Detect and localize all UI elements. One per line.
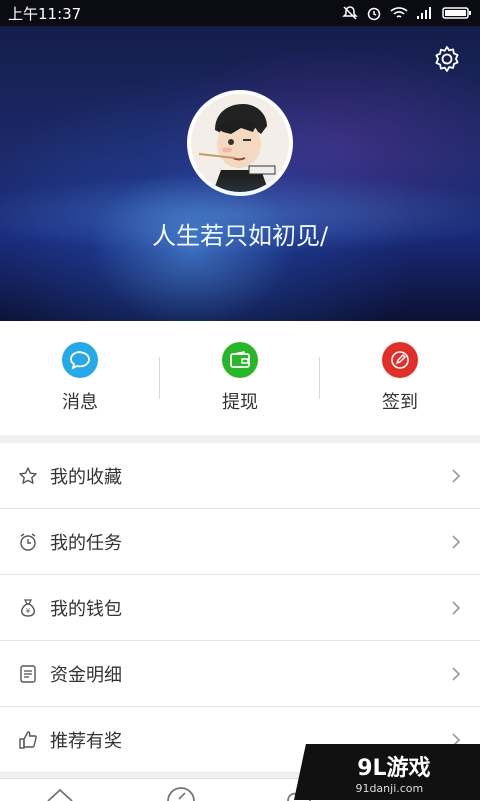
withdraw-label: 提现	[222, 392, 258, 413]
alarm-icon	[367, 7, 381, 21]
signal-icon	[417, 7, 431, 19]
chevron-right-icon	[452, 666, 461, 681]
wifi-icon	[390, 7, 408, 18]
menu-item-fund-details[interactable]: 资金明细	[0, 641, 480, 707]
status-bar: 上午11:37	[0, 0, 480, 26]
profile-header: 人生若只如初见/	[0, 26, 480, 321]
watermark-brand: 9L游戏	[357, 755, 431, 781]
menu-item-label: 资金明细	[50, 664, 122, 686]
chevron-right-icon	[452, 468, 461, 483]
withdraw-icon-circle	[222, 342, 258, 378]
cartoon-avatar-icon	[191, 94, 289, 192]
money-bag-icon: ¥	[18, 598, 38, 618]
home-icon[interactable]	[46, 787, 74, 801]
watermark-site: 91danji.com	[355, 781, 424, 795]
settings-button[interactable]	[432, 44, 462, 78]
menu-list: 我的收藏 我的任务 ¥ 我的钱包 资金明细 推荐有奖	[0, 443, 480, 773]
menu-item-wallet[interactable]: ¥ 我的钱包	[0, 575, 480, 641]
menu-item-label: 我的任务	[50, 532, 122, 554]
username: 人生若只如初见/	[151, 222, 329, 250]
gear-icon	[435, 46, 459, 72]
menu-item-favorites[interactable]: 我的收藏	[0, 443, 480, 509]
checkin-label: 签到	[382, 392, 418, 413]
messages-button[interactable]: 消息	[0, 321, 160, 435]
wallet-icon	[230, 351, 250, 368]
clock-icon	[18, 532, 38, 552]
withdraw-button[interactable]: 提现	[160, 321, 320, 435]
compass-icon[interactable]	[166, 787, 196, 801]
svg-text:¥: ¥	[26, 607, 31, 615]
document-list-icon	[18, 664, 38, 684]
menu-item-label: 我的钱包	[50, 598, 122, 620]
status-icons	[342, 5, 472, 21]
menu-item-tasks[interactable]: 我的任务	[0, 509, 480, 575]
chevron-right-icon	[452, 534, 461, 549]
chat-icon	[70, 351, 90, 370]
star-icon	[18, 466, 38, 486]
messages-label: 消息	[62, 392, 98, 413]
checkin-icon-circle	[382, 342, 418, 378]
avatar[interactable]	[187, 90, 293, 196]
mute-icon	[342, 6, 358, 20]
thumbs-up-icon	[18, 730, 38, 750]
checkin-button[interactable]: 签到	[320, 321, 480, 435]
status-time: 上午11:37	[8, 4, 82, 23]
menu-item-label: 我的收藏	[50, 466, 122, 488]
chevron-right-icon	[452, 600, 461, 615]
battery-icon	[442, 7, 471, 19]
quick-actions: 消息 提现 签到	[0, 321, 480, 435]
site-watermark: 9L游戏 91danji.com	[294, 744, 480, 800]
messages-icon-circle	[62, 342, 98, 378]
pencil-icon	[391, 351, 409, 369]
